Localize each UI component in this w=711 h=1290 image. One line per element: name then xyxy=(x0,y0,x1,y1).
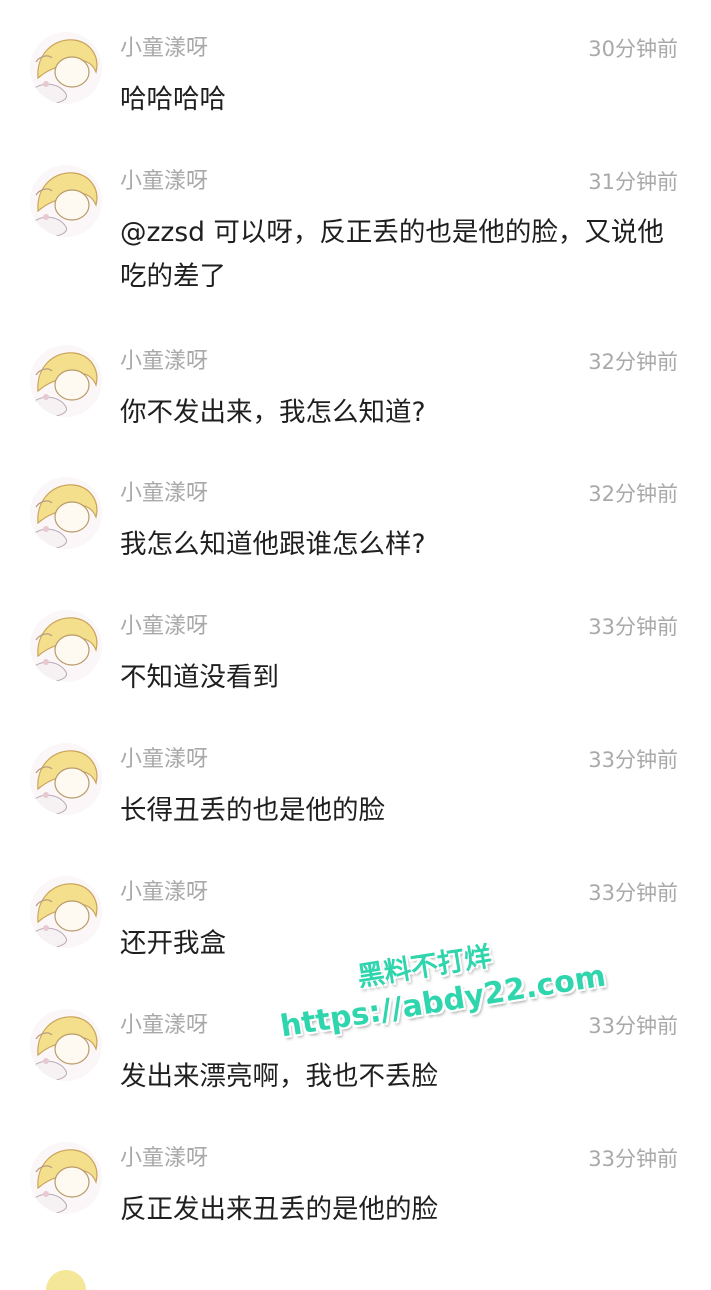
avatar-cartoon-icon xyxy=(30,876,102,948)
avatar-cartoon-icon xyxy=(30,32,102,104)
comment-username[interactable]: 小童漾呀 xyxy=(120,878,208,908)
next-avatar-peek xyxy=(46,1270,86,1290)
avatar[interactable] xyxy=(30,345,102,417)
comment-text: 我怎么知道他跟谁怎么样? xyxy=(120,529,426,560)
comment-text: 哈哈哈哈 xyxy=(120,84,226,115)
comment-timestamp: 33分钟前 xyxy=(588,1014,678,1038)
avatar-cartoon-icon xyxy=(30,345,102,417)
avatar[interactable] xyxy=(30,32,102,104)
comment-username[interactable]: 小童漾呀 xyxy=(120,612,208,642)
comment-timestamp: 32分钟前 xyxy=(588,482,678,506)
avatar-cartoon-icon xyxy=(30,1142,102,1214)
avatar[interactable] xyxy=(30,743,102,815)
comment-text: 还开我盒 xyxy=(120,928,226,959)
avatar[interactable] xyxy=(30,1142,102,1214)
comment-username[interactable]: 小童漾呀 xyxy=(120,347,208,377)
comment-timestamp: 33分钟前 xyxy=(588,881,678,905)
avatar-cartoon-icon xyxy=(30,165,102,237)
comment-username[interactable]: 小童漾呀 xyxy=(120,1011,208,1041)
avatar[interactable] xyxy=(30,876,102,948)
avatar[interactable] xyxy=(30,1009,102,1081)
comment-text: 发出来漂亮啊，我也不丢脸 xyxy=(120,1061,438,1092)
comment-username[interactable]: 小童漾呀 xyxy=(120,479,208,509)
comment-timestamp: 30分钟前 xyxy=(588,37,678,61)
comment-list: 小童漾呀 30分钟前 哈哈哈哈 小童漾呀 31分钟前 @zzsd 可以呀，反正丢… xyxy=(0,0,711,1290)
comment-text: 长得丑丢的也是他的脸 xyxy=(120,795,385,826)
avatar-cartoon-icon xyxy=(30,477,102,549)
comment-text: @zzsd 可以呀，反正丢的也是他的脸，又说他吃的差了 xyxy=(120,217,664,292)
comment-timestamp: 32分钟前 xyxy=(588,350,678,374)
comment-text: 你不发出来，我怎么知道? xyxy=(120,397,426,428)
avatar-cartoon-icon xyxy=(30,1009,102,1081)
avatar[interactable] xyxy=(30,610,102,682)
avatar[interactable] xyxy=(30,165,102,237)
comment-username[interactable]: 小童漾呀 xyxy=(120,167,208,197)
comment-text: 不知道没看到 xyxy=(120,662,279,693)
comment-username[interactable]: 小童漾呀 xyxy=(120,34,208,64)
comment-username[interactable]: 小童漾呀 xyxy=(120,1144,208,1174)
comment-text: 反正发出来丑丢的是他的脸 xyxy=(120,1194,438,1225)
avatar-cartoon-icon xyxy=(30,610,102,682)
comment-username[interactable]: 小童漾呀 xyxy=(120,745,208,775)
comment-timestamp: 33分钟前 xyxy=(588,748,678,772)
comment-timestamp: 31分钟前 xyxy=(588,170,678,194)
avatar[interactable] xyxy=(30,477,102,549)
avatar-cartoon-icon xyxy=(30,743,102,815)
comment-timestamp: 33分钟前 xyxy=(588,1147,678,1171)
comment-timestamp: 33分钟前 xyxy=(588,615,678,639)
